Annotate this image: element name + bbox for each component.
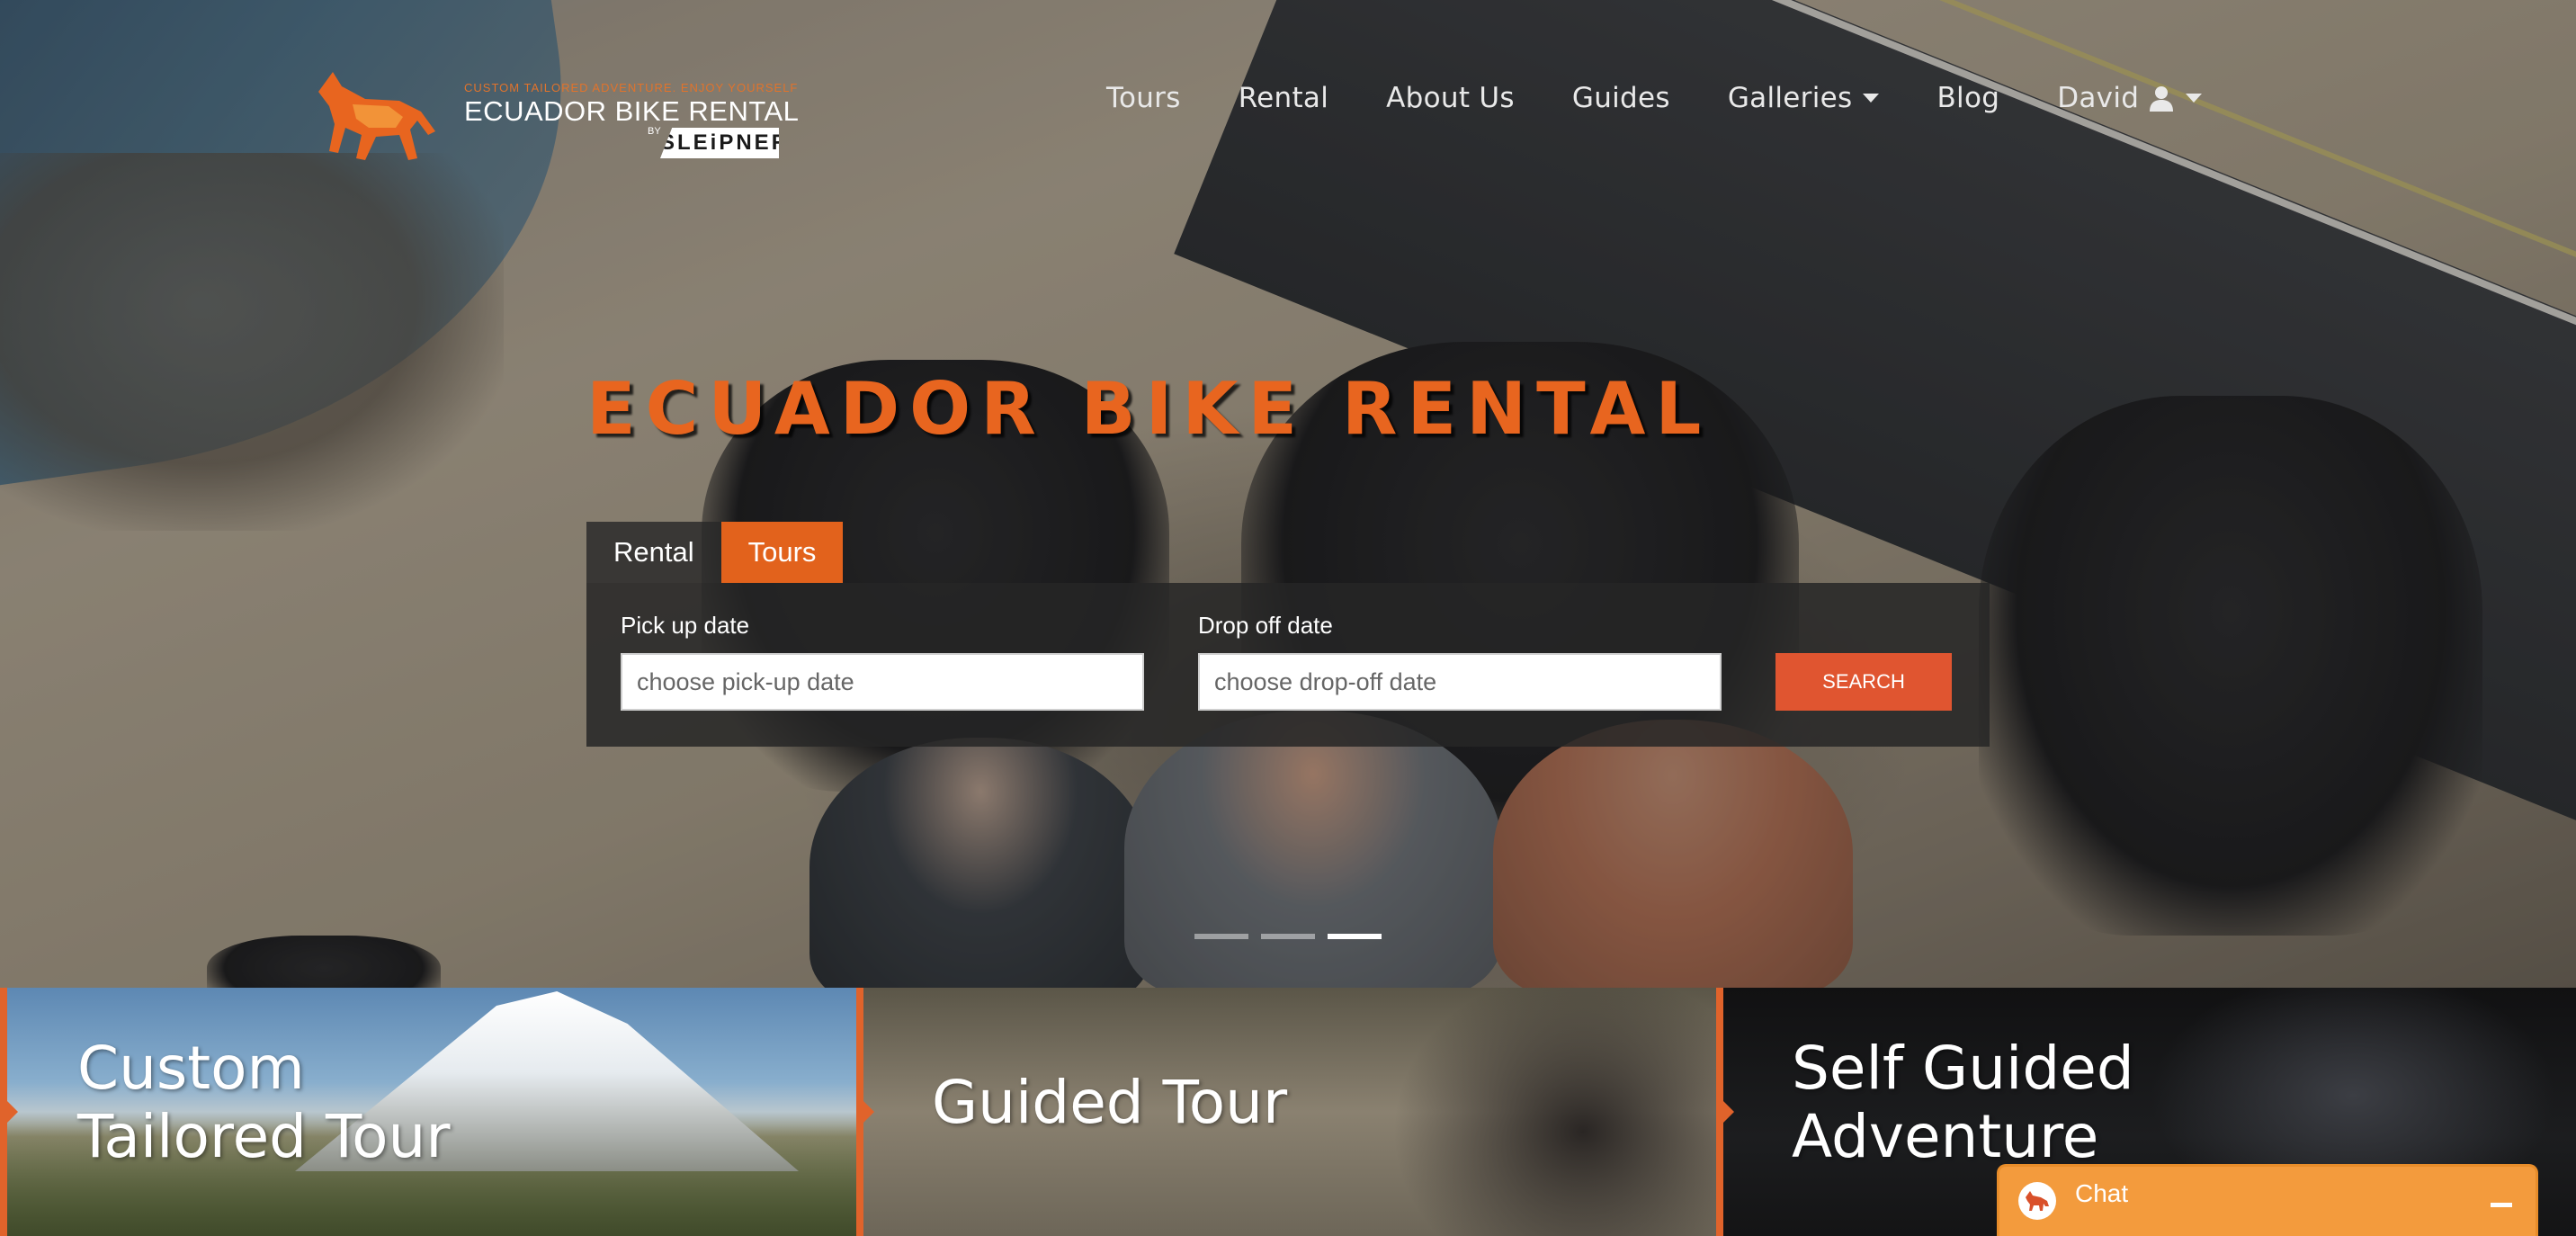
nav-guides[interactable]: Guides: [1572, 82, 1670, 114]
logo-brand: ECUADOR BIKE RENTAL: [464, 95, 800, 127]
carousel-indicators: [1194, 934, 1394, 939]
card-title-line: Custom: [77, 1034, 305, 1103]
card-title-line: Self Guided: [1792, 1034, 2134, 1103]
logo-tagline: CUSTOM TAILORED ADVENTURE. ENJOY YOURSEL…: [464, 81, 799, 94]
booking-tabs: Rental Tours: [586, 522, 844, 583]
card-title: Guided Tour: [932, 1069, 1287, 1137]
main-nav: Tours Rental About Us Guides Galleries B…: [1106, 76, 2203, 121]
card-guided-tour[interactable]: Guided Tour: [856, 988, 1716, 1236]
nav-galleries-dropdown[interactable]: Galleries: [1728, 82, 1880, 114]
tab-tours[interactable]: Tours: [720, 522, 844, 583]
card-arrow-icon: [1723, 1099, 1734, 1124]
nav-about-us-label: About Us: [1386, 82, 1515, 114]
card-title-line: Guided Tour: [932, 1068, 1288, 1137]
card-arrow-icon: [863, 1099, 874, 1124]
nav-blog[interactable]: Blog: [1936, 82, 1999, 114]
hero-title: ECUADOR BIKE RENTAL: [586, 367, 1712, 451]
caret-down-icon: [1863, 94, 1880, 103]
logo-sleipner: SLEiPNER: [660, 128, 779, 158]
nav-about-us[interactable]: About Us: [1386, 82, 1515, 114]
card-custom-tailored-tour[interactable]: Custom Tailored Tour: [0, 988, 856, 1236]
pickup-date-input[interactable]: choose pick-up date: [621, 653, 1144, 711]
nav-tours[interactable]: Tours: [1106, 82, 1181, 114]
dropoff-date-label: Drop off date: [1198, 612, 1333, 639]
minimize-icon[interactable]: [2491, 1203, 2512, 1207]
carousel-dot-2[interactable]: [1261, 934, 1315, 939]
card-title-line: Adventure: [1792, 1102, 2099, 1171]
card-title-line: Tailored Tour: [77, 1102, 451, 1171]
tab-rental[interactable]: Rental: [586, 522, 721, 583]
nav-tours-label: Tours: [1106, 82, 1181, 114]
carousel-dot-1[interactable]: [1194, 934, 1248, 939]
nav-guides-label: Guides: [1571, 82, 1670, 114]
pickup-date-label: Pick up date: [621, 612, 750, 639]
card-title: Custom Tailored Tour: [77, 1034, 451, 1171]
chat-label: Chat: [2075, 1179, 2129, 1207]
nav-rental-label: Rental: [1238, 82, 1329, 114]
carousel-dot-3[interactable]: [1328, 934, 1382, 939]
nav-galleries-label: Galleries: [1727, 82, 1853, 114]
horse-logo-icon: [318, 72, 435, 160]
caret-down-icon: [2186, 94, 2203, 103]
logo-by: BY: [648, 126, 661, 137]
card-arrow-icon: [7, 1099, 18, 1124]
site-logo[interactable]: CUSTOM TAILORED ADVENTURE. ENJOY YOURSEL…: [302, 65, 799, 173]
dropoff-date-input[interactable]: choose drop-off date: [1198, 653, 1722, 711]
card-title: Self Guided Adventure: [1792, 1034, 2134, 1171]
chat-widget[interactable]: Chat: [1997, 1164, 2538, 1236]
user-icon: [2150, 86, 2174, 112]
nav-user-label: David: [2057, 82, 2140, 114]
nav-blog-label: Blog: [1936, 82, 2000, 114]
nav-user-dropdown[interactable]: David: [2057, 82, 2203, 114]
nav-rental[interactable]: Rental: [1239, 82, 1328, 114]
search-button[interactable]: SEARCH: [1775, 653, 1952, 711]
horse-icon: [2018, 1182, 2056, 1220]
